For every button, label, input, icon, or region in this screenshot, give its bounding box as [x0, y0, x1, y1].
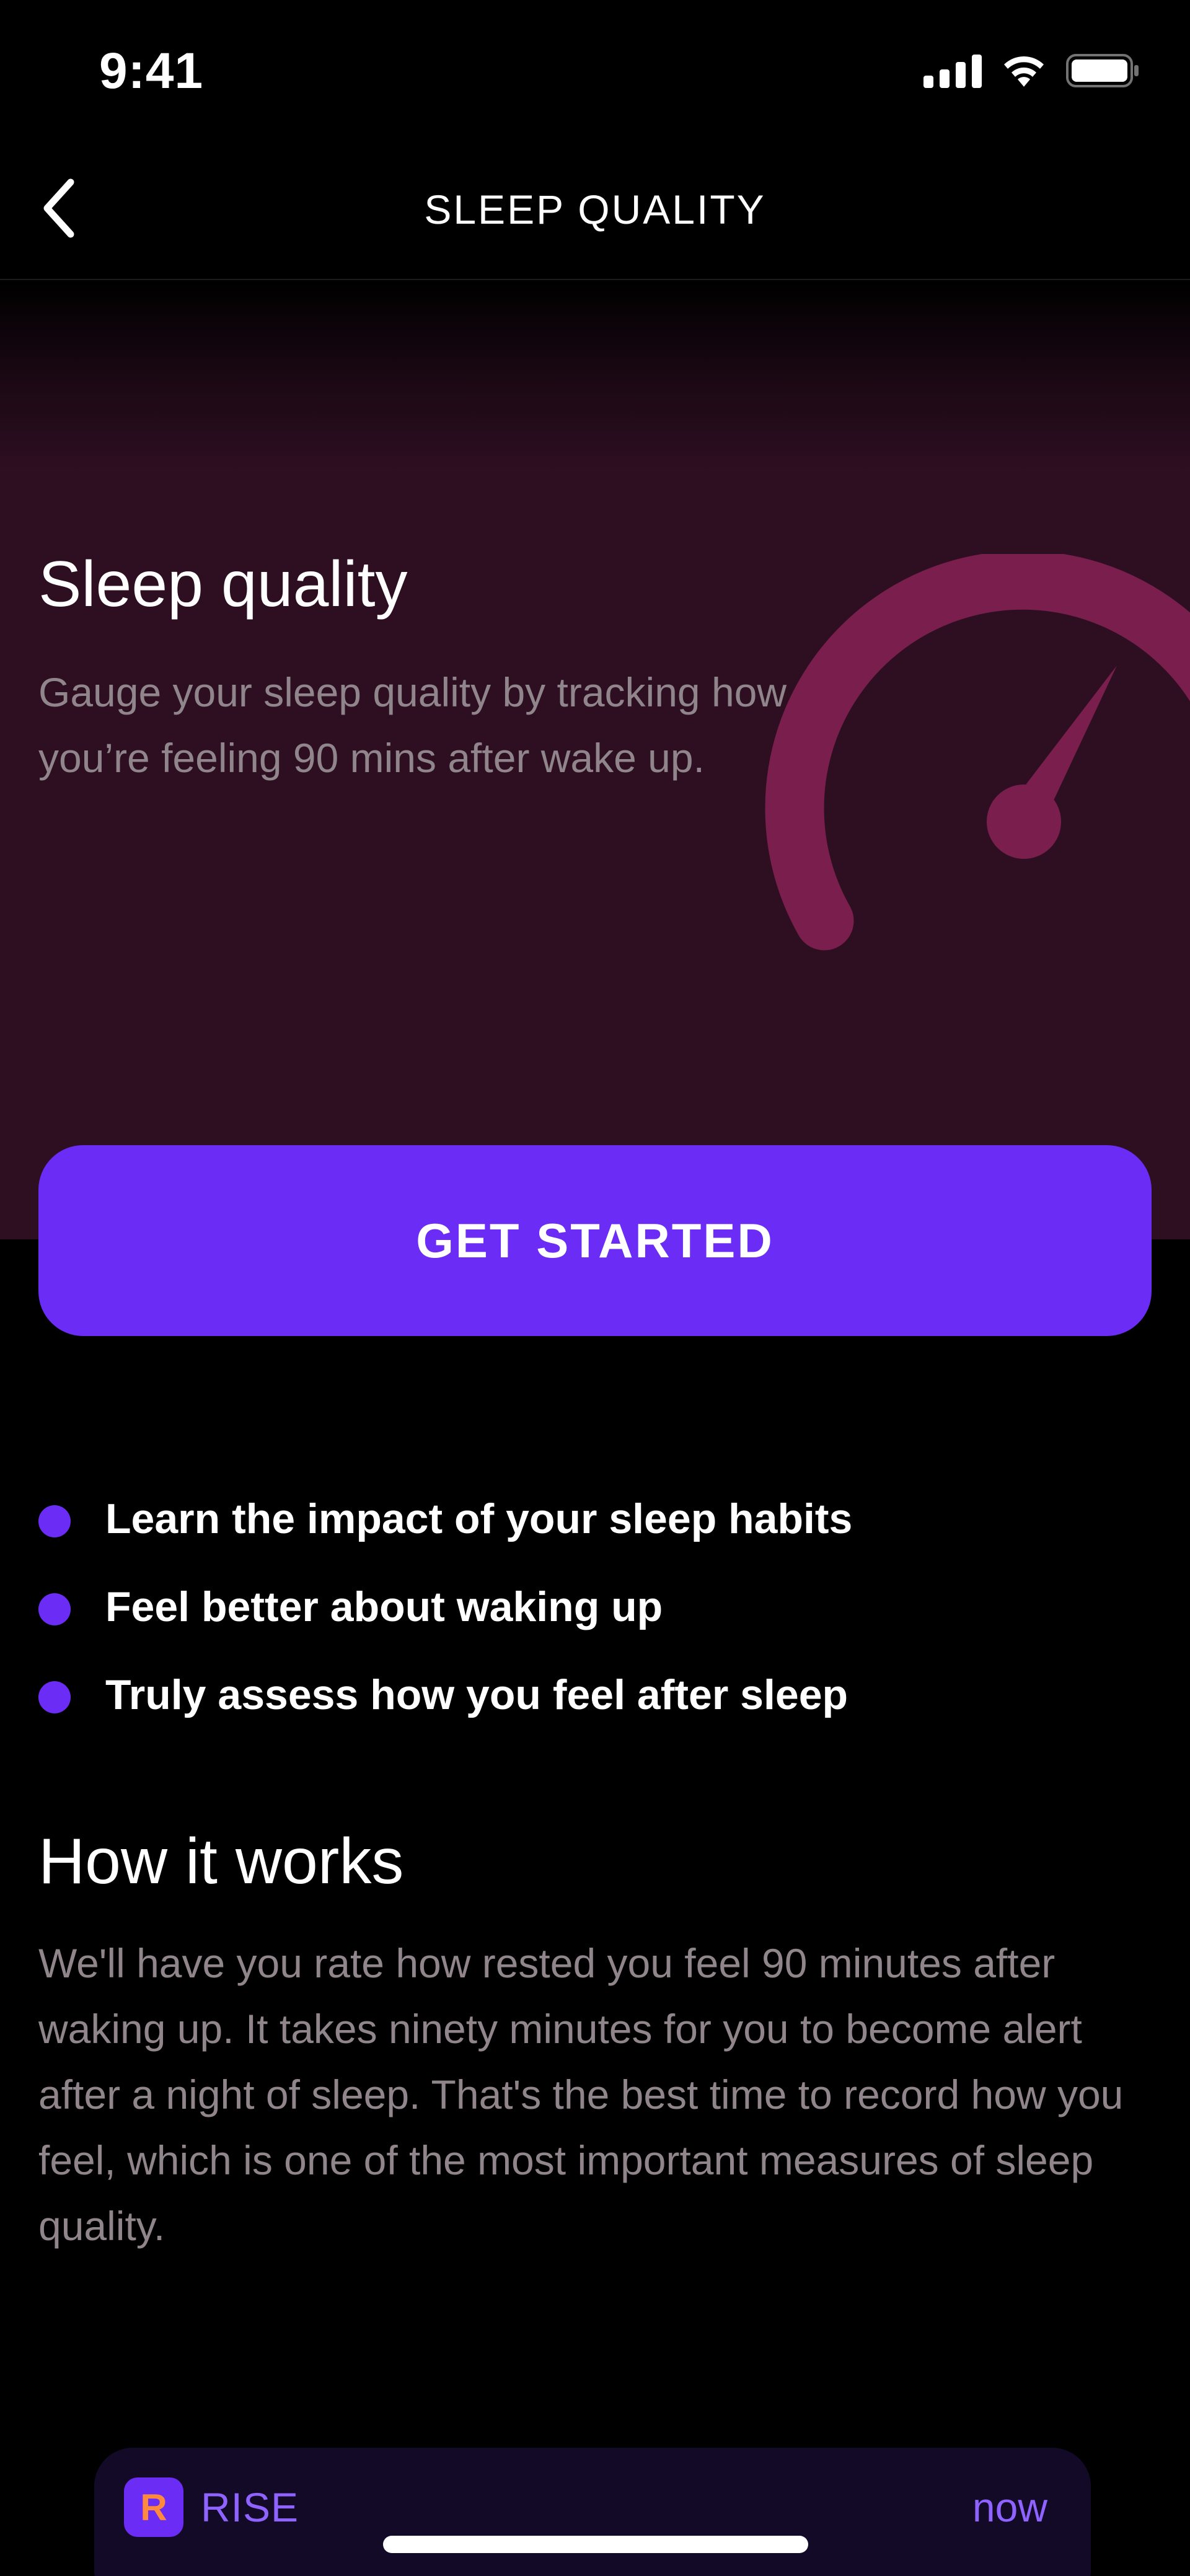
hero-title: Sleep quality: [38, 548, 408, 620]
nav-bar: SLEEP QUALITY: [0, 149, 1190, 280]
how-it-works-title: How it works: [38, 1826, 404, 1897]
cellular-signal-icon: [923, 53, 982, 88]
list-item: Feel better about waking up: [38, 1563, 1154, 1651]
get-started-button[interactable]: GET STARTED: [38, 1145, 1152, 1336]
status-icons: [923, 53, 1140, 88]
hero-section: Sleep quality Gauge your sleep quality b…: [0, 281, 1190, 1239]
bullet-dot-icon: [38, 1681, 71, 1713]
list-item: Truly assess how you feel after sleep: [38, 1651, 1154, 1739]
status-bar: 9:41: [0, 0, 1190, 149]
rise-app-icon: R: [124, 2477, 183, 2537]
bullet-dot-icon: [38, 1505, 71, 1537]
notification-app-name: RISE: [201, 2484, 299, 2530]
notification-time: now: [972, 2484, 1047, 2530]
list-item: Learn the impact of your sleep habits: [38, 1475, 1154, 1563]
benefit-text: Learn the impact of your sleep habits: [105, 1495, 853, 1542]
battery-icon: [1066, 53, 1140, 88]
wifi-icon: [1000, 53, 1047, 88]
how-it-works-body: We'll have you rate how rested you feel …: [38, 1940, 1124, 2249]
status-time: 9:41: [99, 43, 204, 99]
gauge-icon: [762, 550, 1190, 978]
notification-banner[interactable]: R RISE now: [94, 2448, 1091, 2576]
benefits-list: Learn the impact of your sleep habits Fe…: [38, 1475, 1154, 1739]
page-title: SLEEP QUALITY: [424, 187, 766, 232]
benefit-text: Feel better about waking up: [105, 1583, 663, 1630]
bullet-dot-icon: [38, 1593, 71, 1625]
home-indicator[interactable]: [383, 2536, 808, 2553]
benefit-text: Truly assess how you feel after sleep: [105, 1671, 848, 1718]
hero-description: Gauge your sleep quality by tracking how…: [38, 669, 787, 781]
